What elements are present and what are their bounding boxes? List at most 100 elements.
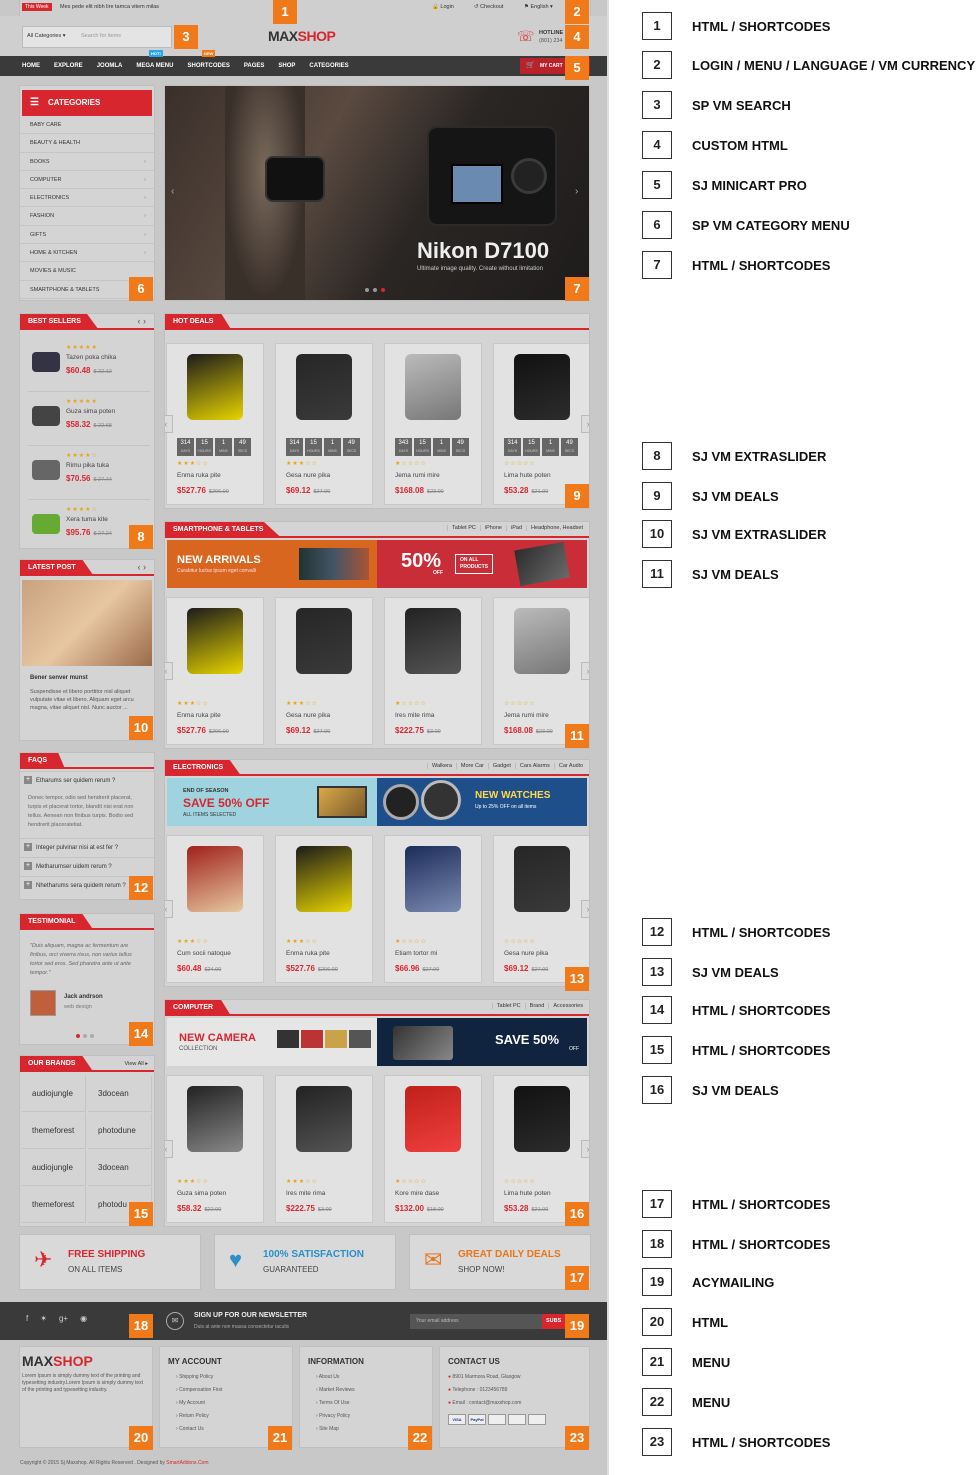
product-card[interactable]: 314 DAYS 15 HOURS 1 MINS 49 SECS ☆☆☆☆☆ Lima hute …: [493, 343, 589, 505]
view-all-link[interactable]: View All ▸: [125, 1061, 148, 1067]
product-name[interactable]: Ires mite rima: [286, 1190, 325, 1197]
filter-tab[interactable]: Accessories: [548, 1003, 583, 1009]
newsletter-email-input[interactable]: Your email address: [410, 1314, 542, 1329]
search-input[interactable]: Search for items: [81, 33, 121, 39]
product-card[interactable]: ☆☆☆☆☆ Lima hute poten $53.28 $21.00: [493, 1075, 589, 1223]
product-image[interactable]: [187, 846, 243, 912]
filter-tab[interactable]: Car Audio: [553, 763, 583, 769]
product-card[interactable]: ★☆☆☆☆ Ires mite rima $222.75 $3.00: [384, 597, 482, 745]
brand-logo[interactable]: audiojungle: [22, 1076, 86, 1112]
product-image[interactable]: [405, 608, 461, 674]
product-image[interactable]: [296, 608, 352, 674]
footer-link[interactable]: › Return Policy: [176, 1413, 292, 1419]
product-name[interactable]: Tazen poka chika: [66, 354, 116, 361]
category-item[interactable]: ELECTRONICS ›: [20, 189, 154, 208]
nav-item[interactable]: SHOP: [278, 63, 295, 69]
next-arrow[interactable]: ›: [581, 662, 589, 680]
slider-arrows[interactable]: ‹ ›: [138, 562, 147, 572]
product-name[interactable]: Guza sima poten: [177, 1190, 226, 1197]
brand-logo[interactable]: themeforest: [22, 1113, 86, 1149]
product-image[interactable]: [405, 1086, 461, 1152]
post-title[interactable]: Bener senver munst: [30, 675, 88, 681]
product-image[interactable]: [296, 354, 352, 420]
slider-dot[interactable]: [373, 288, 377, 292]
product-image[interactable]: [405, 354, 461, 420]
save-banner[interactable]: SAVE 50% OFF: [377, 1018, 587, 1066]
nav-item[interactable]: SHORTCODES: [187, 63, 229, 69]
faq-item[interactable]: Etharums ser quidem rerum ?: [20, 771, 154, 790]
login-link[interactable]: 🔒 Login: [432, 4, 454, 10]
logo[interactable]: MAXSHOP: [268, 28, 336, 44]
product-card[interactable]: ★★★☆☆ Gesa nure pika $69.12 $27.00: [275, 597, 373, 745]
language-dropdown[interactable]: ⚑ English ▾: [524, 4, 553, 10]
footer-logo[interactable]: MAXSHOP: [22, 1353, 152, 1369]
brand-logo[interactable]: themeforest: [22, 1187, 86, 1223]
next-arrow[interactable]: ›: [581, 1140, 589, 1158]
product-name[interactable]: Enma ruka pite: [177, 472, 221, 479]
footer-link[interactable]: › Privacy Policy: [316, 1413, 432, 1419]
list-item[interactable]: ★★★★★ Tazen poka chika $60.48 $ 22.12: [28, 340, 150, 392]
filter-tab[interactable]: Brand: [524, 1003, 544, 1009]
product-card[interactable]: ★★★☆☆ Enma ruka pite $527.76 $206.00: [166, 597, 264, 745]
brand-logo[interactable]: photodune: [88, 1113, 152, 1149]
checkout-link[interactable]: ↺ Checkout: [474, 4, 503, 10]
filter-tab[interactable]: iPhone: [479, 525, 502, 531]
product-name[interactable]: Jema rumi mire: [395, 472, 440, 479]
dot[interactable]: [83, 1034, 87, 1038]
product-image[interactable]: [514, 1086, 570, 1152]
product-image[interactable]: [405, 846, 461, 912]
new-arrivals-banner[interactable]: NEW ARRIVALS Curabitur luctus ipsum eget…: [167, 540, 377, 588]
slider-prev-arrow[interactable]: ‹: [171, 186, 174, 197]
product-name[interactable]: Xera tuma kite: [66, 516, 108, 523]
product-name[interactable]: Lima hute poten: [504, 1190, 551, 1197]
footer-link[interactable]: › Compensation First: [176, 1387, 292, 1393]
product-name[interactable]: Gesa nure pika: [504, 950, 548, 957]
category-item[interactable]: COMPUTER ›: [20, 171, 154, 190]
filter-tab[interactable]: More Car: [455, 763, 484, 769]
next-arrow[interactable]: ›: [581, 900, 589, 918]
category-item[interactable]: FASHION ›: [20, 207, 154, 226]
designer-link[interactable]: SmartAddons.Com: [166, 1460, 208, 1466]
product-card[interactable]: ★★★☆☆ Cum socii natoque $60.48 $24.00: [166, 835, 264, 983]
filter-tab[interactable]: Headphone, Headset: [526, 525, 583, 531]
facebook-icon[interactable]: f: [26, 1314, 28, 1323]
slider-dot[interactable]: [365, 288, 369, 292]
prev-arrow[interactable]: ‹: [165, 900, 173, 918]
camera-collection-banner[interactable]: NEW CAMERA COLLECTION: [167, 1018, 377, 1066]
faq-item[interactable]: Integer pulvinar nisi at est fer ?: [20, 838, 154, 857]
category-item[interactable]: BABY CARE: [20, 116, 154, 135]
footer-email[interactable]: ● Email : contact@maxshop.com: [448, 1400, 589, 1406]
product-image[interactable]: [187, 1086, 243, 1152]
product-image[interactable]: [514, 846, 570, 912]
twitter-icon[interactable]: ✶: [40, 1314, 47, 1323]
product-image[interactable]: [187, 608, 243, 674]
prev-arrow[interactable]: ‹: [165, 662, 173, 680]
list-item[interactable]: ★★★★★ Guza sima poten $58.32 $ 22.68: [28, 394, 150, 446]
nav-item[interactable]: HOME: [22, 63, 40, 69]
prev-arrow[interactable]: ‹: [165, 415, 173, 433]
pinterest-icon[interactable]: ◉: [80, 1314, 87, 1323]
category-item[interactable]: BOOKS ›: [20, 153, 154, 171]
product-name[interactable]: Jema rumi mire: [504, 712, 549, 719]
product-name[interactable]: Gesa nure pika: [286, 472, 330, 479]
product-image[interactable]: [514, 608, 570, 674]
brand-logo[interactable]: 3docean: [88, 1150, 152, 1186]
dot-active[interactable]: [76, 1034, 80, 1038]
slider-next-arrow[interactable]: ›: [575, 186, 578, 197]
list-item[interactable]: ★★★★☆ Rimu pika tuka $70.56 $ 27.44: [28, 448, 150, 500]
product-name[interactable]: Guza sima poten: [66, 408, 115, 415]
post-image[interactable]: [22, 580, 152, 666]
product-card[interactable]: 314 DAYS 15 HOURS 1 MINS 49 SECS ★★★☆☆ Enma ruka …: [166, 343, 264, 505]
feature-box[interactable]: ♥ 100% SATISFACTION GUARANTEED: [214, 1234, 396, 1290]
footer-link[interactable]: › About Us: [316, 1374, 432, 1380]
category-item[interactable]: GIFTS ›: [20, 226, 154, 245]
filter-tab[interactable]: Cars Alarms: [514, 763, 550, 769]
slider-dot-active[interactable]: [381, 288, 385, 292]
product-card[interactable]: 314 DAYS 15 HOURS 1 MINS 49 SECS ★★★☆☆ Gesa nure …: [275, 343, 373, 505]
nav-item[interactable]: CATEGORIES: [309, 63, 348, 69]
product-card[interactable]: ★★★☆☆ Guza sima poten $58.32 $22.00: [166, 1075, 264, 1223]
product-name[interactable]: Lima hute poten: [504, 472, 551, 479]
footer-link[interactable]: › My Account: [176, 1400, 292, 1406]
nav-item[interactable]: PAGES: [244, 63, 265, 69]
product-card[interactable]: ☆☆☆☆☆ Gesa nure pika $69.12 $27.00: [493, 835, 589, 983]
